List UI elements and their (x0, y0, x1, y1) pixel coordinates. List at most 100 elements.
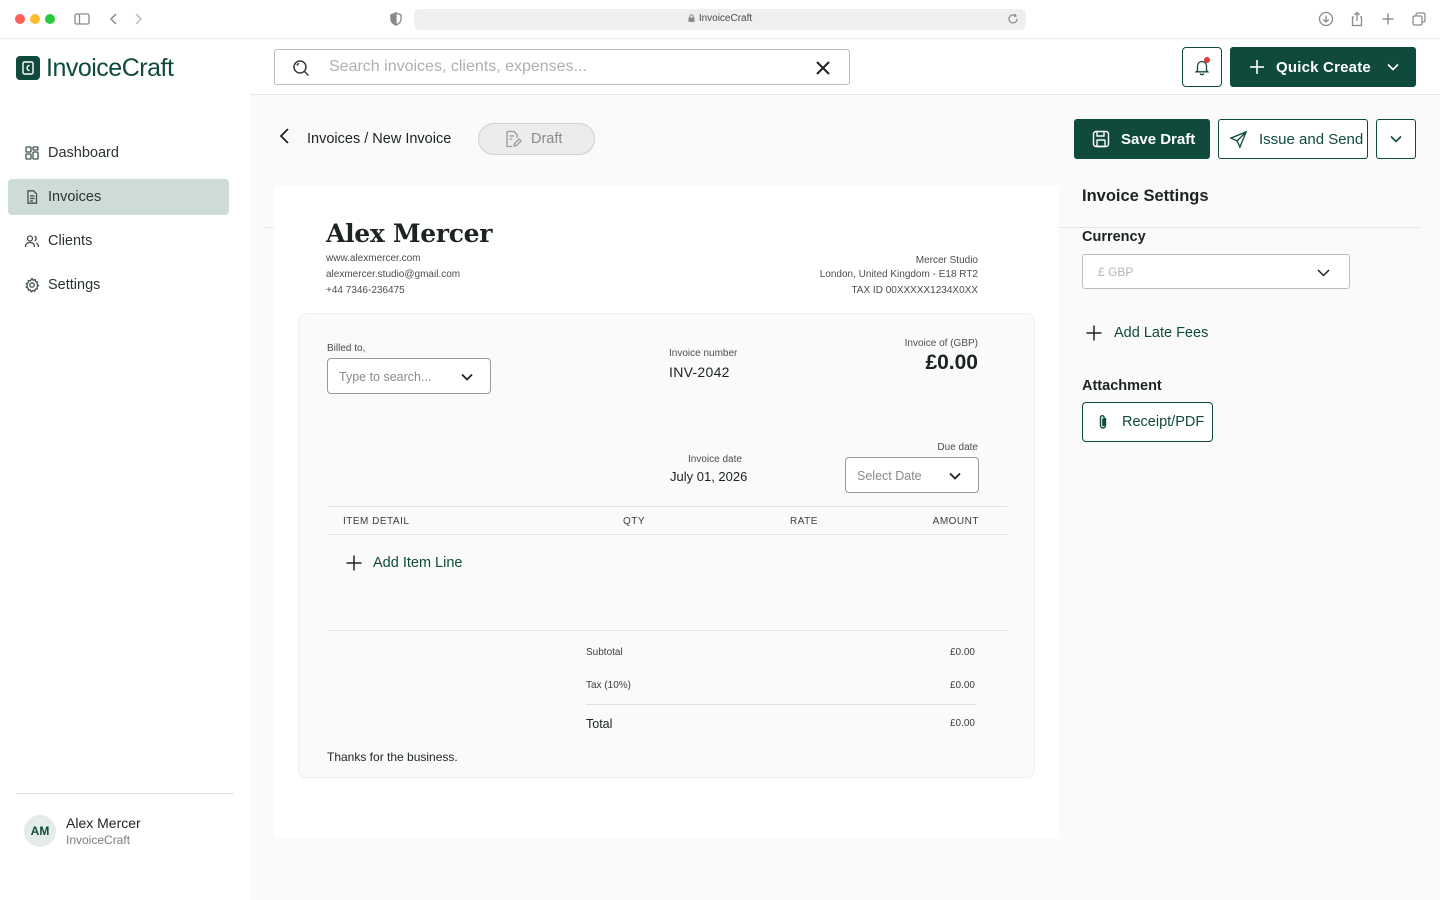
issue-and-send-label: Issue and Send (1259, 130, 1364, 148)
lock-icon (688, 14, 695, 22)
invoice-date-label: Invoice date (688, 454, 742, 465)
save-draft-label: Save Draft (1121, 130, 1196, 148)
invoice-note: Thanks for the business. (327, 750, 458, 764)
more-actions-button[interactable] (1376, 119, 1416, 159)
add-late-fees-button[interactable]: Add Late Fees (1085, 324, 1208, 342)
send-icon (1229, 130, 1248, 149)
close-icon[interactable] (813, 58, 833, 78)
downloads-icon[interactable] (1317, 10, 1335, 28)
sender-phone: +44 7346-236475 (326, 285, 405, 296)
browser-back-icon[interactable] (105, 10, 123, 28)
main-content: Quick Create Invoices / New Invoice Draf… (250, 39, 1440, 900)
due-date-placeholder: Select Date (857, 469, 922, 483)
plus-icon (1086, 325, 1102, 341)
sidebar-nav: Dashboard Invoices Clients Settings (8, 135, 229, 311)
invoice-number: INV-2042 (669, 364, 730, 380)
paperclip-icon (1099, 415, 1107, 429)
search-input[interactable] (329, 56, 789, 78)
close-window-button[interactable] (15, 14, 25, 24)
sender-website: www.alexmercer.com (326, 253, 421, 264)
items-table-divider (327, 630, 1007, 631)
chevron-down-icon (949, 472, 961, 480)
notification-badge (1204, 57, 1210, 63)
plus-icon (1250, 60, 1264, 74)
browser-forward-icon[interactable] (129, 10, 147, 28)
status-label: Draft (531, 131, 563, 147)
currency-value: £ GBP (1098, 265, 1134, 279)
sidebar-item-invoices[interactable]: Invoices (8, 179, 229, 215)
add-item-line-label: Add Item Line (373, 555, 463, 571)
privacy-shield-icon[interactable] (387, 10, 405, 28)
draft-edit-icon (506, 130, 522, 148)
invoice-number-label: Invoice number (669, 348, 738, 359)
tax-label: Tax (10%) (586, 680, 632, 691)
invoice-total-label: Invoice of (GBP) (904, 338, 978, 349)
subtotal-label: Subtotal (586, 647, 623, 658)
gear-icon (24, 277, 40, 293)
zoom-window-button[interactable] (45, 14, 55, 24)
summary-divider (586, 704, 977, 705)
column-header-rate: RATE (790, 516, 818, 527)
search-box (274, 49, 850, 85)
sidebar-divider (16, 793, 234, 794)
share-icon[interactable] (1348, 10, 1366, 28)
address-bar[interactable]: InvoiceCraft (414, 9, 1026, 30)
sidebar-item-label: Settings (48, 277, 101, 293)
new-tab-icon[interactable] (1379, 10, 1397, 28)
url-text: InvoiceCraft (414, 13, 1026, 24)
dashboard-icon (24, 145, 40, 161)
company-name: Mercer Studio (915, 255, 978, 266)
save-icon (1092, 130, 1110, 148)
attach-receipt-label: Receipt/PDF (1122, 414, 1205, 430)
users-icon (24, 233, 40, 249)
chevron-down-icon (1317, 269, 1330, 277)
url-label: InvoiceCraft (698, 13, 753, 24)
status-badge: Draft (478, 123, 595, 155)
sidebar-item-settings[interactable]: Settings (8, 267, 229, 303)
back-arrow-icon[interactable] (276, 127, 294, 145)
invoice-preview: Alex Mercer www.alexmercer.com alexmerce… (274, 186, 1059, 838)
app-logo[interactable]: InvoiceCraft (16, 54, 174, 82)
client-select-placeholder: Type to search... (339, 370, 432, 384)
chevron-down-icon (1387, 63, 1399, 71)
invoice-date: July 01, 2026 (670, 469, 748, 484)
chevron-down-icon (461, 373, 473, 381)
reload-icon[interactable] (1006, 12, 1020, 26)
company-tax-id: TAX ID 00XXXXX1234X0XX (851, 285, 978, 296)
quick-create-button[interactable]: Quick Create (1230, 47, 1416, 87)
due-date-picker[interactable]: Select Date (845, 457, 979, 493)
page-header: Invoices / New Invoice Draft Save Draft … (250, 95, 1440, 228)
profile-name: Alex Mercer (66, 815, 141, 831)
sender-name: Alex Mercer (326, 219, 493, 248)
grand-total-label: Total (586, 717, 613, 731)
sidebar-toggle-icon[interactable] (73, 10, 91, 28)
column-header-qty: QTY (623, 516, 646, 527)
issue-and-send-button[interactable]: Issue and Send (1218, 119, 1368, 159)
search-icon (291, 58, 311, 78)
tab-overview-icon[interactable] (1410, 10, 1428, 28)
plus-icon (346, 555, 362, 571)
minimize-window-button[interactable] (30, 14, 40, 24)
attachment-label: Attachment (1082, 378, 1162, 394)
currency-select[interactable]: £ GBP (1082, 254, 1350, 289)
invoice-details-card: Billed to, Type to search... Invoice num… (298, 313, 1035, 778)
sender-email: alexmercer.studio@gmail.com (326, 269, 461, 280)
sidebar-item-dashboard[interactable]: Dashboard (8, 135, 229, 171)
logo-mark-icon (16, 56, 40, 80)
save-draft-button[interactable]: Save Draft (1074, 119, 1210, 159)
client-select[interactable]: Type to search... (327, 358, 491, 394)
user-profile[interactable]: AM Alex Mercer InvoiceCraft (24, 815, 141, 847)
currency-label: Currency (1082, 229, 1146, 245)
add-item-line-button[interactable]: Add Item Line (345, 554, 462, 572)
breadcrumb[interactable]: Invoices / New Invoice (307, 131, 451, 147)
chevron-down-icon (1390, 135, 1402, 143)
sidebar-item-clients[interactable]: Clients (8, 223, 229, 259)
items-table-header: ITEM DETAIL QTY RATE AMOUNT (327, 506, 1007, 535)
invoice-total: £0.00 (925, 351, 978, 374)
top-bar: Quick Create (250, 39, 1440, 95)
quick-create-label: Quick Create (1276, 58, 1371, 76)
attach-receipt-button[interactable]: Receipt/PDF (1082, 402, 1213, 442)
add-late-fees-label: Add Late Fees (1114, 325, 1209, 341)
notifications-button[interactable] (1182, 47, 1222, 87)
avatar: AM (24, 815, 56, 847)
